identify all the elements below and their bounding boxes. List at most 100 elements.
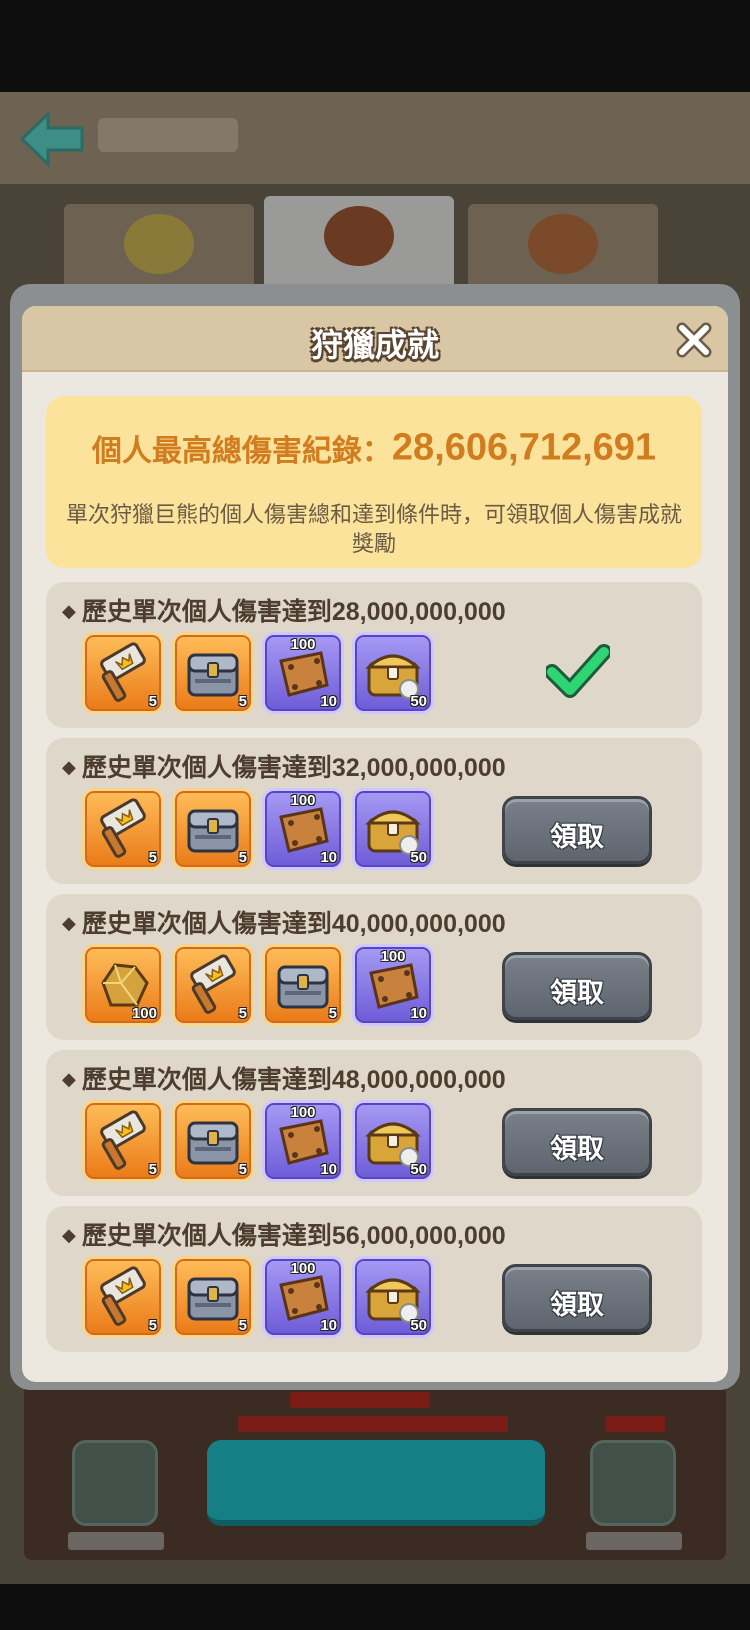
achievement-title: ◆ 歷史單次個人傷害達到28,000,000,000 [62,592,506,628]
achievement-title-text: 歷史單次個人傷害達到32,000,000,000 [81,754,506,782]
modal-header: 狩獵成就 [22,306,728,372]
reward-item[interactable]: 5 [82,632,164,714]
reward-item[interactable]: 5 [172,632,254,714]
reward-item[interactable]: 5 [172,788,254,870]
game-screen: 狩獵成就 個人最高總傷害紀錄：28,606,712,691 單次狩獵巨熊的個人傷… [0,0,750,1630]
record-value: 28,606,712,691 [391,426,657,469]
reward-item[interactable]: 100 10 [262,1100,344,1182]
reward-item[interactable]: 100 10 [352,944,434,1026]
claim-button[interactable]: 領取 [502,1108,652,1176]
achievement-title-text: 歷史單次個人傷害達到40,000,000,000 [81,910,506,938]
achievement-title: ◆ 歷史單次個人傷害達到40,000,000,000 [62,904,506,940]
diamond-bullet-icon: ◆ [62,757,76,777]
reward-badge: 100 [290,1104,316,1121]
claim-button[interactable]: 領取 [502,1264,652,1332]
hammer-icon [100,1110,146,1170]
chest-icon [277,965,329,1009]
reward-quantity: 50 [410,849,427,866]
reward-quantity: 10 [410,1005,427,1022]
hammer-icon [100,1266,146,1326]
achievement-title: ◆ 歷史單次個人傷害達到56,000,000,000 [62,1216,506,1252]
close-icon[interactable] [674,320,714,360]
reward-item[interactable]: 50 [352,1100,434,1182]
reward-item[interactable]: 5 [172,1100,254,1182]
achievement-title: ◆ 歷史單次個人傷害達到32,000,000,000 [62,748,506,784]
achievement-title-text: 歷史單次個人傷害達到56,000,000,000 [81,1222,506,1250]
hunting-achievement-modal: 狩獵成就 個人最高總傷害紀錄：28,606,712,691 單次狩獵巨熊的個人傷… [22,306,728,1382]
claim-button[interactable]: 領取 [502,796,652,864]
record-line: 個人最高總傷害紀錄：28,606,712,691 [46,426,702,470]
background-caption [586,1532,682,1550]
reward-quantity: 100 [131,1005,157,1022]
crown-icon [124,214,194,274]
reward-quantity: 5 [238,849,247,866]
diamond-bullet-icon: ◆ [62,601,76,621]
reward-item[interactable]: 5 [172,944,254,1026]
reward-quantity: 10 [320,1317,337,1334]
achievement-title: ◆ 歷史單次個人傷害達到48,000,000,000 [62,1060,506,1096]
reward-quantity: 5 [328,1005,337,1022]
reward-quantity: 5 [238,1005,247,1022]
back-arrow-icon [19,110,84,168]
record-label: 個人最高總傷害紀錄： [91,435,392,468]
reward-item[interactable]: 100 10 [262,788,344,870]
background-red-text [238,1416,508,1432]
reward-item[interactable]: 50 [352,788,434,870]
reward-quantity: 5 [148,1317,157,1334]
background-red-text [290,1392,430,1408]
reward-quantity: 5 [148,1161,157,1178]
achievement-row: ◆ 歷史單次個人傷害達到32,000,000,000 5 5 100 10 50 領取 [46,738,702,884]
reward-quantity: 50 [410,693,427,710]
reward-badge: 100 [290,636,316,653]
reward-quantity: 50 [410,1161,427,1178]
diamond-bullet-icon: ◆ [62,1225,76,1245]
reward-item[interactable]: 5 [172,1256,254,1338]
reward-item[interactable]: 50 [352,632,434,714]
reward-badge: 100 [290,792,316,809]
reward-item[interactable]: 5 [262,944,344,1026]
modal-title: 狩獵成就 [310,327,439,363]
reward-quantity: 5 [238,693,247,710]
reward-quantity: 5 [238,1317,247,1334]
claim-button[interactable]: 領取 [502,952,652,1020]
background-title [98,118,238,152]
claim-button-label: 領取 [550,978,604,1008]
reward-item[interactable]: 100 10 [262,632,344,714]
reward-quantity: 10 [320,849,337,866]
reward-quantity: 50 [410,1317,427,1334]
background-tab [468,204,658,296]
checkmark-icon [546,644,610,698]
damage-record-card: 個人最高總傷害紀錄：28,606,712,691 單次狩獵巨熊的個人傷害總和達到… [46,396,702,568]
reward-quantity: 10 [320,1161,337,1178]
claim-button-label: 領取 [550,1290,604,1320]
achievement-title-text: 歷史單次個人傷害達到28,000,000,000 [81,598,506,626]
achievement-row: ◆ 歷史單次個人傷害達到28,000,000,000 5 5 100 10 50 [46,582,702,728]
background-side-button [590,1440,676,1526]
reward-item[interactable]: 5 [82,788,164,870]
claim-button-label: 領取 [550,1134,604,1164]
background-tabs [28,196,722,300]
achievement-list[interactable]: ◆ 歷史單次個人傷害達到28,000,000,000 5 5 100 10 50 ◆ 歷史單次個… [46,582,702,1362]
background-red-text [605,1416,665,1432]
reward-quantity: 5 [238,1161,247,1178]
reward-quantity: 5 [148,849,157,866]
hammer-icon [100,798,146,858]
background-gift-button [72,1440,158,1526]
claim-button-label: 領取 [550,822,604,852]
background-caption [68,1532,164,1550]
background-main-button [207,1440,545,1526]
achievement-row: ◆ 歷史單次個人傷害達到48,000,000,000 5 5 100 10 50 領取 [46,1050,702,1196]
reward-item[interactable]: 100 10 [262,1256,344,1338]
reward-item[interactable]: 5 [82,1256,164,1338]
background-tab [64,204,254,296]
reward-item[interactable]: 50 [352,1256,434,1338]
bear-icon [324,206,394,266]
achievement-title-text: 歷史單次個人傷害達到48,000,000,000 [81,1066,506,1094]
hammer-icon [190,954,236,1014]
hammer-icon [100,642,146,702]
reward-item[interactable]: 100 [82,944,164,1026]
reward-item[interactable]: 5 [82,1100,164,1182]
achievement-row: ◆ 歷史單次個人傷害達到56,000,000,000 5 5 100 10 50 領取 [46,1206,702,1352]
chest-icon [187,653,239,697]
reward-badge: 100 [380,948,406,965]
